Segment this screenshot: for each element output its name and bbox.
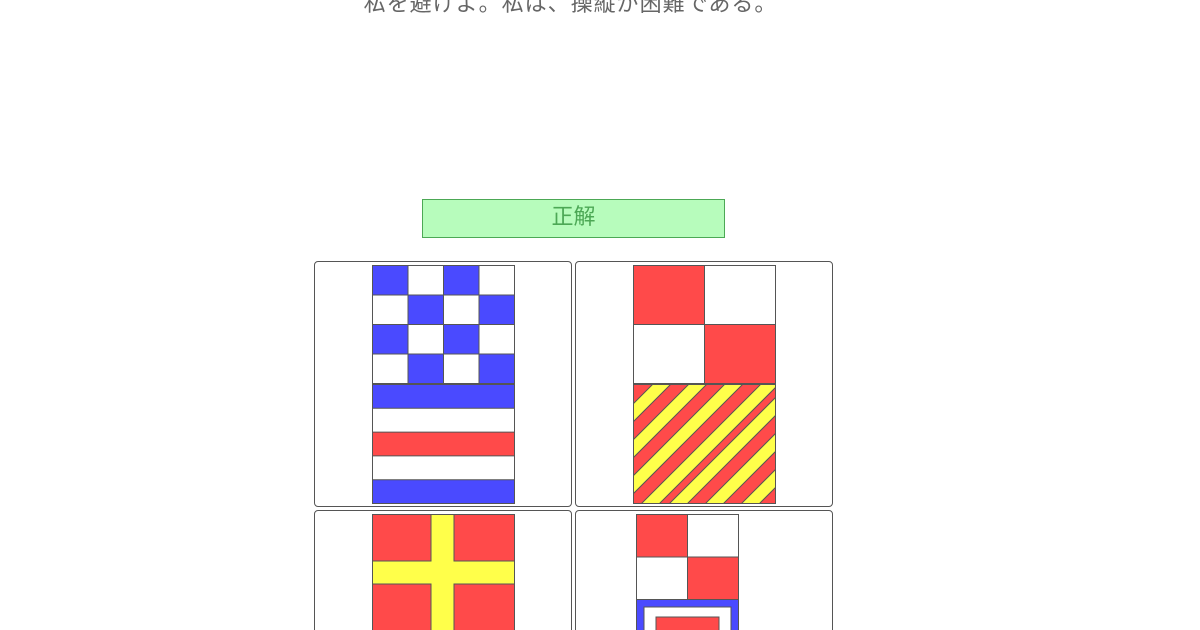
choice-card-1[interactable] — [314, 261, 572, 507]
quiz-page: 私を避けよ。私は、操縦が困難である。 正解 — [0, 0, 1200, 630]
flag-c-striped-icon — [372, 384, 515, 504]
correct-banner: 正解 — [422, 199, 725, 238]
flag-u-quartered-icon — [633, 265, 776, 384]
flag-n-checkered-icon — [372, 265, 515, 384]
flag-e-bordered-icon — [636, 599, 739, 630]
question-text: 私を避けよ。私は、操縦が困難である。 — [363, 0, 778, 17]
choice-card-2[interactable] — [575, 261, 833, 507]
choice-card-3[interactable] — [314, 510, 572, 630]
flag-y-diagonal-icon — [633, 384, 776, 504]
flag-r-cross-icon — [372, 514, 515, 630]
choice-card-4[interactable] — [575, 510, 833, 630]
flag-u-quartered-icon — [636, 514, 739, 600]
